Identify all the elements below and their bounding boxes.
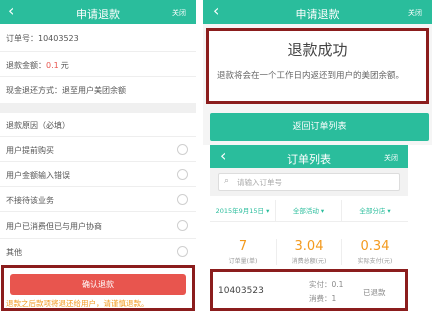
- order-paid: 实付：0.1: [309, 279, 343, 290]
- search-icon: ⌕: [224, 176, 230, 186]
- nav-title: 申请退款: [76, 8, 120, 21]
- order-consumed-label: 消费：: [309, 294, 332, 303]
- refund-method: 现金退还方式：退至用户美团余额: [6, 86, 126, 95]
- order-row-highlight[interactable]: 10403523 实付：0.1 消费：1 已退款: [210, 269, 408, 311]
- caret-down-icon: ▾: [266, 207, 270, 215]
- radio-circle-icon[interactable]: [177, 220, 188, 231]
- stat-value: 3.04: [294, 239, 324, 254]
- refund-amount: 退款金额：0.1 元: [6, 60, 69, 71]
- stat-label: 实际支付(元): [357, 258, 393, 265]
- left-nav-bar: ‹ 申请退款 关闭: [0, 0, 196, 24]
- reason-label: 其他: [6, 248, 22, 257]
- confirm-refund-button[interactable]: 确认退款: [10, 274, 186, 295]
- reason-label: 用户提前购买: [6, 146, 54, 155]
- search-input[interactable]: ⌕ 请输入订单号: [218, 173, 400, 191]
- refund-amount-value: 0.1: [46, 61, 59, 70]
- divider: [0, 76, 196, 77]
- reason-label: 不接待该业务: [6, 196, 54, 205]
- order-status: 已退款: [363, 288, 386, 297]
- stat-paid: 0.34 实际支付(元): [342, 239, 408, 265]
- order-paid-label: 实付：: [309, 280, 332, 289]
- stat-label: 消费总额(元): [291, 258, 327, 265]
- stat-value: 0.34: [360, 239, 390, 254]
- stat-label: 订单量(单): [228, 258, 258, 265]
- close-link[interactable]: 关闭: [172, 8, 186, 18]
- reason-label: 用户已消费但已与用户协商: [6, 222, 102, 231]
- filter-branch[interactable]: 全部分店 ▾: [342, 200, 408, 222]
- order-id: 10403523: [218, 286, 264, 296]
- reason-label: 用户金额输入错误: [6, 171, 70, 180]
- radio-circle-icon[interactable]: [177, 194, 188, 205]
- close-link[interactable]: 关闭: [408, 8, 422, 18]
- reason-option[interactable]: 用户已消费但已与用户协商: [0, 212, 196, 239]
- filter-branch-label: 全部分店: [359, 207, 386, 215]
- nav-title: 申请退款: [295, 8, 340, 21]
- radio-circle-icon[interactable]: [177, 246, 188, 257]
- filter-activity[interactable]: 全部活动 ▾: [276, 200, 342, 222]
- success-message: 退款将会在一个工作日内返还到用户的美团余额。: [217, 71, 405, 81]
- reason-option[interactable]: 用户金额输入错误: [0, 162, 196, 187]
- reason-header: 退款原因（必填）: [6, 121, 70, 130]
- close-link[interactable]: 关闭: [384, 153, 398, 163]
- refund-amount-unit: 元: [60, 61, 69, 70]
- stat-orders: 7 订单量(单): [210, 239, 276, 265]
- caret-down-icon: ▾: [320, 207, 325, 215]
- section-gap: [0, 103, 196, 113]
- radio-circle-icon[interactable]: [177, 169, 188, 180]
- reason-option[interactable]: 其他: [0, 239, 196, 263]
- divider: [0, 51, 196, 52]
- refund-amount-label: 退款金额：: [6, 61, 46, 70]
- return-order-list-button[interactable]: 返回订单列表: [210, 113, 429, 141]
- nav-title: 订单列表: [287, 153, 331, 166]
- confirm-highlight-box: 确认退款 退款之后款项将退还给用户，请谨慎退款。: [1, 265, 195, 311]
- filter-date[interactable]: 2015年9月15日 ▾: [210, 200, 276, 222]
- stat-value: 7: [238, 239, 248, 254]
- search-area: ⌕ 请输入订单号: [210, 168, 408, 196]
- filter-date-label: 2015年9月15日: [215, 207, 265, 215]
- order-paid-value: 0.1: [331, 280, 344, 289]
- order-consumed-value: 1: [331, 294, 337, 303]
- refund-warning: 退款之后款项将退还给用户，请谨慎退款。: [6, 299, 149, 308]
- reason-option[interactable]: 用户提前购买: [0, 137, 196, 162]
- success-card: 退款成功 退款将会在一个工作日内返还到用户的美团余额。: [206, 28, 429, 104]
- left-screen: ‹ 申请退款 关闭 订单号：10403523 退款金额：0.1 元 现金退还方式：…: [0, 0, 196, 311]
- search-placeholder: 请输入订单号: [237, 178, 282, 187]
- right-bottom-nav-bar: ‹ 订单列表 关闭: [210, 145, 408, 168]
- filter-activity-label: 全部活动: [292, 207, 319, 215]
- stat-total: 3.04 消费总额(元): [276, 239, 342, 265]
- right-top-screen: ‹ 申请退款 关闭 退款成功 退款将会在一个工作日内返还到用户的美团余额。 返回…: [203, 0, 432, 145]
- order-consumed: 消费：1: [309, 293, 336, 304]
- order-number: 订单号：10403523: [6, 34, 79, 43]
- right-bottom-screen: ‹ 订单列表 关闭 ⌕ 请输入订单号 2015年9月15日 ▾ 全部活动 ▾ 全…: [210, 145, 408, 311]
- radio-circle-icon[interactable]: [177, 144, 188, 155]
- success-title: 退款成功: [287, 41, 348, 59]
- reason-option[interactable]: 不接待该业务: [0, 187, 196, 212]
- right-top-nav-bar: ‹ 申请退款 关闭: [203, 0, 432, 24]
- filter-bar: 2015年9月15日 ▾ 全部活动 ▾ 全部分店 ▾: [210, 200, 408, 222]
- caret-down-icon: ▾: [387, 207, 391, 215]
